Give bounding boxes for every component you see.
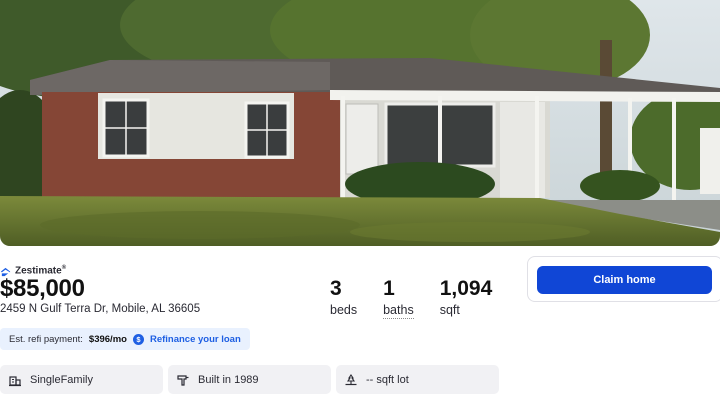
- address: 2459 N Gulf Terra Dr, Mobile, AL 36605: [0, 303, 201, 315]
- building-icon: [9, 375, 21, 386]
- claim-home-card: Claim home: [527, 256, 720, 302]
- stat-sqft: 1,094 sqft: [440, 276, 493, 319]
- claim-home-button[interactable]: Claim home: [537, 266, 712, 294]
- stat-value: 3: [330, 277, 342, 300]
- fact-text: Built in 1989: [198, 373, 259, 386]
- refi-amount: $396/mo: [88, 333, 127, 345]
- dollar-icon: $: [132, 333, 144, 345]
- refinance-link[interactable]: Refinance your loan: [150, 334, 241, 345]
- stat-baths[interactable]: 1 baths: [383, 276, 414, 319]
- stat-beds: 3 beds: [330, 276, 357, 319]
- stat-label: sqft: [439, 303, 460, 317]
- fact-lot-size: -- sqft lot: [336, 365, 499, 394]
- lot-icon: [345, 373, 357, 385]
- fact-text: SingleFamily: [30, 373, 93, 386]
- stat-value: 1,094: [439, 277, 493, 300]
- price: $85,000: [0, 275, 85, 302]
- fact-year-built: Built in 1989: [168, 365, 331, 394]
- refi-prefix: Est. refi payment:: [9, 333, 83, 345]
- fact-text: -- sqft lot: [366, 373, 409, 386]
- stat-label: beds: [330, 303, 358, 317]
- house-photo-illustration: [0, 0, 720, 246]
- property-photo[interactable]: [0, 0, 720, 246]
- stat-label[interactable]: baths: [383, 302, 414, 319]
- fact-home-type: SingleFamily: [0, 365, 163, 394]
- stat-value: 1: [383, 277, 395, 300]
- fact-chips: SingleFamily Built in 1989 -- sqft lot: [0, 365, 499, 394]
- refi-banner: Est. refi payment: $396/mo $ Refinance y…: [0, 328, 250, 350]
- hammer-icon: [177, 374, 189, 386]
- home-stats: 3 beds 1 baths 1,094 sqft: [330, 276, 492, 319]
